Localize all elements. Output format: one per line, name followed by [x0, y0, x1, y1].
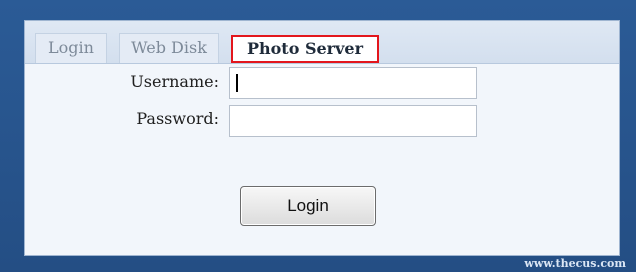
- tab-login[interactable]: Login: [35, 33, 107, 63]
- tab-photo-server[interactable]: Photo Server: [231, 35, 379, 63]
- login-button[interactable]: Login: [240, 186, 376, 226]
- username-input[interactable]: [229, 67, 477, 99]
- brand-url[interactable]: www.thecus.com: [524, 257, 626, 270]
- login-window-frame: Login Web Disk Photo Server Username: Pa…: [0, 0, 636, 272]
- password-label: Password:: [136, 109, 219, 128]
- tab-bar: Login Web Disk Photo Server: [25, 21, 619, 64]
- password-input[interactable]: [229, 105, 477, 137]
- text-cursor: [236, 74, 238, 92]
- tab-web-disk[interactable]: Web Disk: [119, 33, 219, 63]
- username-label: Username:: [130, 72, 219, 91]
